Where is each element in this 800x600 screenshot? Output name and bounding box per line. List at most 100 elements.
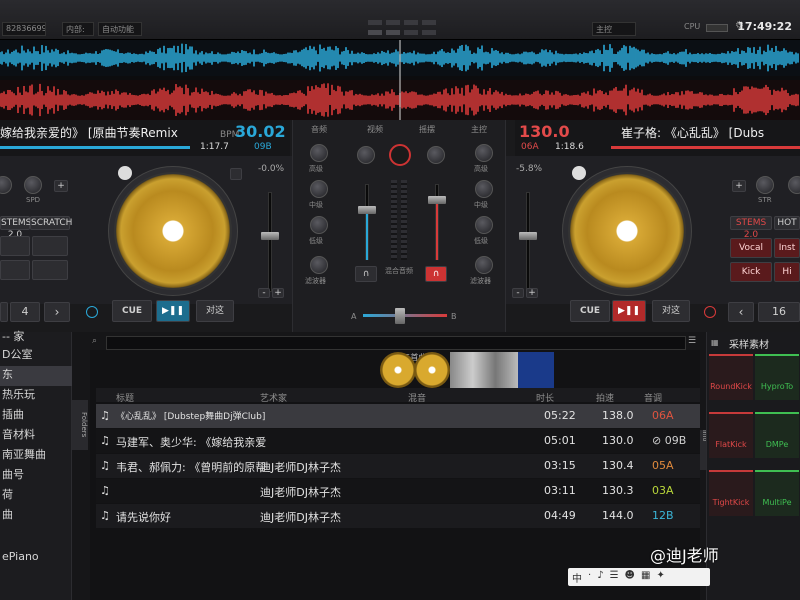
col-artist[interactable]: 艺术家 [260,391,287,404]
sidebar-item-4[interactable]: 插曲 [0,406,72,426]
sidebar-item-6[interactable]: 南亚舞曲 [0,446,72,466]
right-eq-high-knob[interactable] [475,144,493,162]
table-row[interactable]: ♫ 《心乱乱》 [Dubstep舞曲Dj弹Club] 05:22 138.0 06A [96,404,700,428]
left-transport-edge[interactable] [0,302,8,322]
col-key[interactable]: 音调 [644,391,662,404]
menu-icon[interactable]: ☰ [688,336,696,346]
left-record-icon[interactable] [86,306,98,318]
right-kick-button[interactable]: Kick [730,262,772,282]
left-filter-knob[interactable] [310,256,328,274]
sidebar-item-2[interactable]: 东 [0,366,72,386]
left-pad-4[interactable] [32,260,68,280]
ime-icon[interactable]: ▦ [641,570,650,585]
input-field[interactable]: 内部: [62,22,94,36]
sidebar-item-9[interactable]: 曲 [0,506,72,526]
ime-toolbar[interactable]: 中 · ♪ ☰ ☻ ▦ ✦ [568,568,710,586]
table-row[interactable]: ♫ 马建军、奥少华: 《嫁给我亲爱的》... 05:01 130.0 ⊘ 09B [96,429,700,453]
right-plus-button[interactable]: + [732,180,746,192]
left-eq-mid-knob[interactable] [310,180,328,198]
sidebar-item-7[interactable]: 曲号 [0,466,72,486]
master-volume-knob[interactable] [389,144,411,166]
cover-art-4[interactable] [518,352,554,388]
right-gain-mixer-knob[interactable] [427,146,445,164]
right-strength-knob[interactable] [756,176,774,194]
left-gain-knob[interactable] [0,176,12,194]
left-loop-value[interactable]: 4 [10,302,40,322]
sampler-grid-icon[interactable]: ▦ [711,338,719,347]
right-filter-knob[interactable] [475,256,493,274]
left-pitch-fader[interactable] [261,232,279,240]
search-input[interactable] [106,336,686,350]
auto-function-field[interactable]: 自动功能 [98,22,142,36]
right-stems-button[interactable]: STEMS 2.0 [730,216,772,240]
right-loop-value[interactable]: 16 [758,302,800,322]
search-icon[interactable]: ⌕ [92,336,97,346]
ime-icon[interactable]: ✦ [656,570,664,585]
left-progress-bar[interactable] [0,146,190,149]
sidebar-item-3[interactable]: 热乐玩 [0,386,72,406]
right-play-button[interactable]: ▶❚❚ [612,300,646,322]
right-hotcue-button[interactable]: HOT [774,216,800,230]
right-eq-low-knob[interactable] [475,216,493,234]
sidebar-item-0[interactable]: -- 家 [0,328,72,348]
left-cue-button[interactable]: CUE [112,300,152,322]
waveform-area[interactable] [0,40,800,120]
right-vocal-button[interactable]: Vocal [730,238,772,258]
right-cue-button[interactable]: CUE [570,300,610,322]
sampler-pad[interactable]: FlatKick [709,412,753,458]
table-row[interactable]: ♫ 迪J老师DJ林子杰 03:11 130.3 03A [96,479,700,503]
left-pitch-minus[interactable]: - [258,288,270,298]
sampler-pad[interactable]: RoundKick [709,354,753,400]
left-eq-low-knob[interactable] [310,216,328,234]
left-pad-3[interactable] [0,260,30,280]
sidebar-item-1[interactable]: D公室 [0,346,72,366]
cover-art-1[interactable] [380,352,416,388]
left-gain-mixer-knob[interactable] [357,146,375,164]
left-plus-button[interactable]: + [54,180,68,192]
sampler-pad[interactable]: TightKick [709,470,753,516]
mixer-tab-swing[interactable]: 摇摆 [419,124,435,135]
right-progress-bar[interactable] [611,146,800,149]
left-eq-high-knob[interactable] [310,144,328,162]
master-field[interactable]: 主控 [592,22,636,36]
crossfader[interactable] [395,308,405,324]
right-pitch-minus[interactable]: - [512,288,524,298]
sidebar-item-8[interactable]: 荷 [0,486,72,506]
col-length[interactable]: 时长 [536,391,554,404]
layout-switcher[interactable] [368,20,436,25]
right-pitch-fader[interactable] [519,232,537,240]
left-speed-knob[interactable] [24,176,42,194]
mixer-tab-video[interactable]: 视频 [367,124,383,135]
left-sync-button[interactable]: 对这 [196,300,234,322]
left-pad-1[interactable] [0,236,30,256]
left-next-button[interactable]: › [44,302,70,322]
right-inst-button[interactable]: Inst [774,238,800,258]
col-remix[interactable]: 混音 [408,391,426,404]
ime-icon[interactable]: 中 [572,570,582,585]
cover-art-2[interactable] [414,352,450,388]
right-pitch-plus[interactable]: + [526,288,538,298]
folders-tab[interactable]: Folders [72,400,88,450]
col-title[interactable]: 标题 [116,391,134,404]
sidebar-item-10[interactable]: ePiano [0,550,72,570]
right-volume-fader[interactable] [428,196,446,204]
right-jog-wheel[interactable] [568,172,686,290]
right-record-icon[interactable] [704,306,716,318]
left-play-button[interactable]: ▶❚❚ [156,300,190,322]
right-sync-button[interactable]: 对这 [652,300,690,322]
right-headphone-button[interactable]: ∩ [425,266,447,282]
sampler-pad[interactable]: HyproTo [755,354,799,400]
mixer-tab-audio[interactable]: 音频 [311,124,327,135]
col-bpm[interactable]: 拍速 [596,391,614,404]
sidebar-item-5[interactable]: 音材料 [0,426,72,446]
left-pitch-plus[interactable]: + [272,288,284,298]
left-volume-fader[interactable] [358,206,376,214]
left-eject-button[interactable] [230,168,242,180]
table-row[interactable]: ♫ 请先说你好 迪J老师DJ林子杰 04:49 144.0 12B [96,504,700,528]
left-scratch-button[interactable]: SCRATCH [30,216,72,230]
left-pad-2[interactable] [32,236,68,256]
table-row[interactable]: ♫ 韦君、郝佩力: 《曾明前的原帮》...迪J老师DJ林子杰 03:15 130.4 0… [96,454,700,478]
sampler-pad[interactable]: DMPe [755,412,799,458]
right-prev-button[interactable]: ‹ [728,302,754,322]
right-eq-mid-knob[interactable] [475,180,493,198]
